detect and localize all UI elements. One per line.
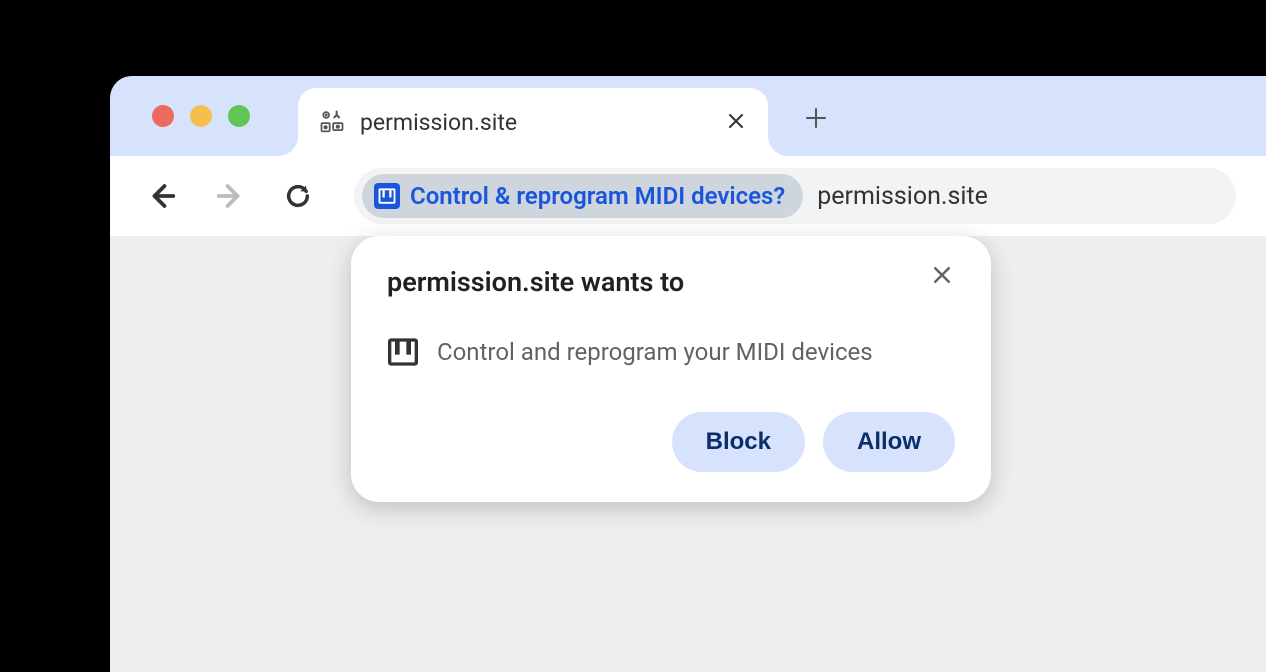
dialog-body: Control and reprogram your MIDI devices bbox=[387, 336, 955, 368]
forward-button[interactable] bbox=[208, 174, 252, 218]
browser-tab[interactable]: permission.site bbox=[298, 88, 768, 156]
window-controls bbox=[152, 105, 250, 127]
close-window-button[interactable] bbox=[152, 105, 174, 127]
dialog-body-text: Control and reprogram your MIDI devices bbox=[437, 338, 873, 366]
tab-strip: permission.site bbox=[110, 76, 1266, 156]
new-tab-button[interactable] bbox=[800, 102, 832, 134]
dialog-header: permission.site wants to bbox=[387, 266, 955, 298]
midi-icon bbox=[374, 183, 400, 209]
permission-chip[interactable]: Control & reprogram MIDI devices? bbox=[362, 174, 803, 218]
toolbar: Control & reprogram MIDI devices? permis… bbox=[110, 156, 1266, 236]
dialog-close-icon[interactable] bbox=[929, 266, 955, 289]
maximize-window-button[interactable] bbox=[228, 105, 250, 127]
dialog-title: permission.site wants to bbox=[387, 266, 684, 298]
permission-chip-text: Control & reprogram MIDI devices? bbox=[410, 182, 785, 210]
url-text: permission.site bbox=[817, 182, 988, 211]
address-bar[interactable]: Control & reprogram MIDI devices? permis… bbox=[354, 168, 1236, 224]
browser-window: permission.site bbox=[110, 76, 1266, 672]
dialog-actions: Block Allow bbox=[387, 412, 955, 472]
tab-title: permission.site bbox=[360, 109, 710, 136]
midi-icon bbox=[387, 336, 419, 368]
tab-close-icon[interactable] bbox=[724, 110, 748, 135]
minimize-window-button[interactable] bbox=[190, 105, 212, 127]
reload-button[interactable] bbox=[276, 174, 320, 218]
back-button[interactable] bbox=[140, 174, 184, 218]
allow-button[interactable]: Allow bbox=[823, 412, 955, 472]
block-button[interactable]: Block bbox=[672, 412, 805, 472]
permission-dialog: permission.site wants to Control and rep… bbox=[351, 236, 991, 502]
tab-favicon-icon bbox=[318, 108, 346, 136]
